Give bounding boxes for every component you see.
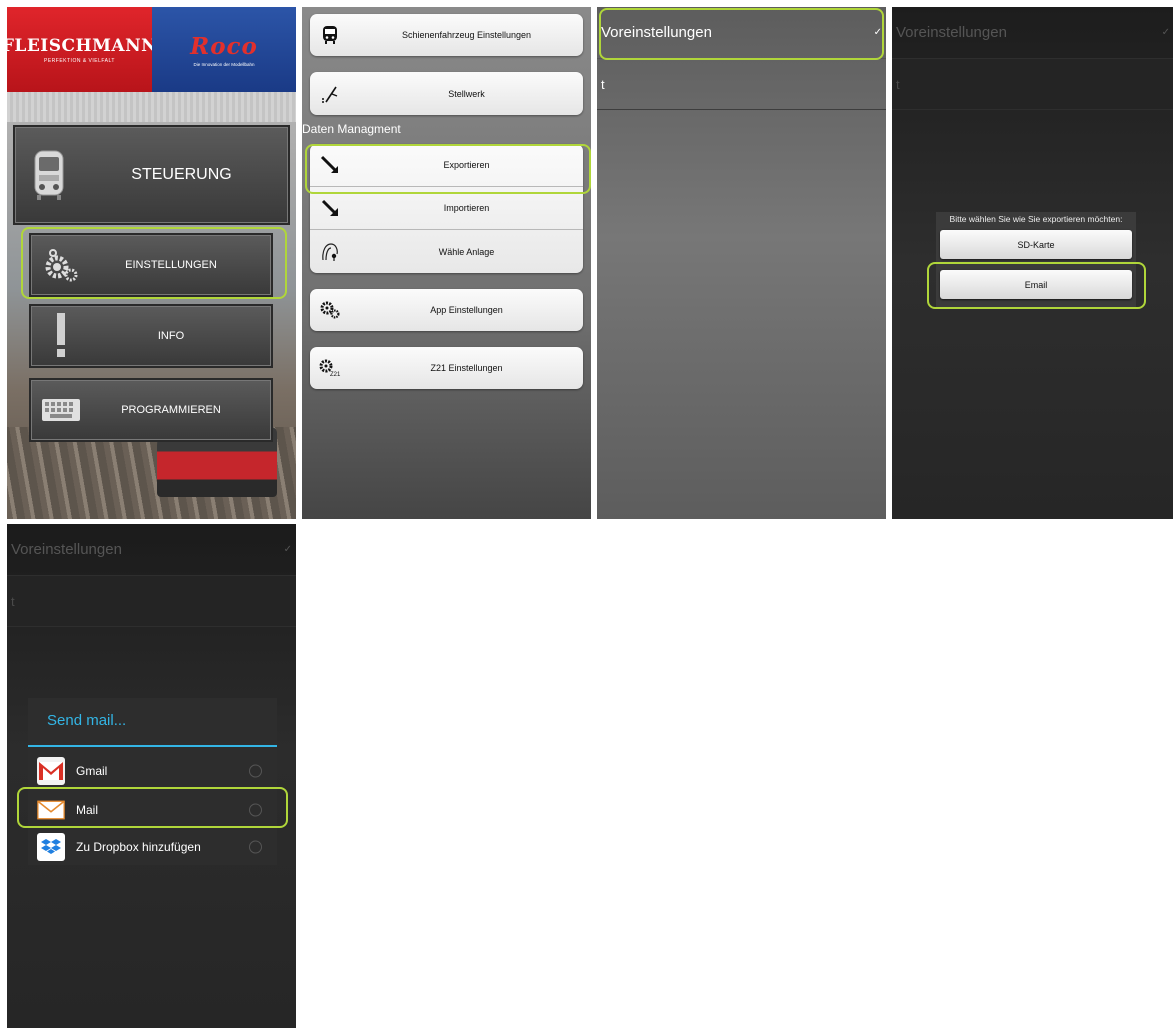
send-mail-divider: [28, 745, 277, 747]
dropbox-label: Zu Dropbox hinzufügen: [76, 840, 201, 854]
preference-item[interactable]: t: [597, 59, 886, 110]
arrow-export-icon: [319, 154, 341, 176]
stellwerk-button[interactable]: Stellwerk: [310, 72, 583, 115]
preferences-title: Voreinstellungen: [601, 24, 712, 41]
roco-logo-name: Roco: [190, 32, 258, 60]
check-icon: ✓: [1161, 27, 1170, 38]
send-mail-title: Send mail...: [47, 712, 127, 729]
check-icon: ✓: [873, 27, 882, 38]
switch-lever-icon: [319, 83, 341, 105]
importieren-label: Importieren: [443, 203, 490, 213]
roco-logo-tagline: Die Innovation der Modellbahn: [193, 61, 255, 67]
info-label: INFO: [157, 330, 185, 342]
exportieren-row[interactable]: Exportieren: [310, 144, 583, 187]
schienenfahrzeug-button[interactable]: Schienenfahrzeug Einstellungen: [310, 14, 583, 56]
mail-envelope-icon: [37, 796, 65, 824]
programmieren-label: PROGRAMMIEREN: [121, 404, 221, 416]
info-button[interactable]: INFO: [29, 304, 273, 368]
data-management-group: Exportieren Importieren Wähle Anlage: [310, 144, 583, 273]
app-option-dropbox[interactable]: Zu Dropbox hinzufügen: [28, 829, 277, 865]
dropbox-radio[interactable]: [249, 840, 262, 854]
gmail-radio[interactable]: [249, 764, 262, 778]
app-option-gmail[interactable]: Gmail: [28, 753, 277, 789]
settings-screen: Schienenfahrzeug Einstellungen Stellwerk…: [302, 7, 591, 519]
app-einstellungen-label: App Einstellungen: [430, 305, 503, 315]
preferences-header-dimmed: Voreinstellungen ✓: [892, 7, 1173, 59]
importieren-row[interactable]: Importieren: [310, 187, 583, 230]
steuerung-label: STEUERUNG: [131, 166, 232, 183]
preference-item-label: t: [601, 77, 605, 92]
einstellungen-button[interactable]: EINSTELLUNGEN: [29, 233, 273, 297]
arrow-import-icon: [319, 197, 341, 219]
svg-text:Z21: Z21: [330, 372, 341, 377]
train-icon: [319, 24, 341, 46]
fleischmann-logo: FLEISCHMANN PERFEKTION & VIELFALT: [7, 7, 157, 92]
daten-managment-section-label: Daten Managment: [302, 122, 401, 136]
header-stripes: [7, 92, 296, 122]
preferences-screen: Voreinstellungen ✓ t: [597, 7, 886, 519]
mail-label: Mail: [76, 803, 99, 817]
train-icon: [29, 145, 69, 205]
app-einstellungen-button[interactable]: App Einstellungen: [310, 289, 583, 331]
fleischmann-logo-tagline: PERFEKTION & VIELFALT: [44, 57, 115, 64]
stellwerk-label: Stellwerk: [448, 88, 485, 99]
layout-icon: [319, 241, 341, 263]
preferences-title: Voreinstellungen: [896, 24, 1007, 41]
export-dialog-screen: Voreinstellungen ✓ t Bitte wählen Sie wi…: [892, 7, 1173, 519]
programmieren-button[interactable]: PROGRAMMIEREN: [29, 378, 273, 442]
preference-item-dimmed: t: [892, 59, 1173, 110]
preferences-header-dimmed: Voreinstellungen ✓: [7, 524, 296, 576]
z21-einstellungen-label: Z21 Einstellungen: [430, 363, 503, 373]
gears-icon: [319, 299, 341, 321]
gmail-label: Gmail: [76, 764, 108, 778]
dropbox-icon: [37, 833, 65, 861]
check-icon: ✓: [283, 544, 292, 555]
preferences-header[interactable]: Voreinstellungen ✓: [597, 7, 886, 59]
send-mail-screen: Voreinstellungen ✓ t Send mail... Gmail …: [7, 524, 296, 1028]
z21-gear-icon: Z21: [319, 357, 341, 379]
preference-item-dimmed: t: [7, 576, 296, 627]
email-button[interactable]: Email: [940, 270, 1132, 299]
sd-karte-button[interactable]: SD-Karte: [940, 230, 1132, 259]
exportieren-label: Exportieren: [443, 160, 490, 170]
steuerung-button[interactable]: STEUERUNG: [13, 125, 290, 225]
roco-logo: Roco Die Innovation der Modellbahn: [152, 7, 296, 92]
export-dialog: Bitte wählen Sie wie Sie exportieren möc…: [936, 212, 1136, 308]
app-option-mail[interactable]: Mail: [28, 792, 277, 828]
waehle-anlage-row[interactable]: Wähle Anlage: [310, 230, 583, 273]
einstellungen-label: EINSTELLUNGEN: [125, 259, 217, 271]
preference-item-label: t: [896, 77, 900, 92]
brand-header: FLEISCHMANN PERFEKTION & VIELFALT Roco D…: [7, 7, 296, 92]
preference-item-label: t: [11, 594, 15, 609]
gmail-icon: [37, 757, 65, 785]
mail-radio[interactable]: [249, 803, 262, 817]
schienenfahrzeug-label: Schienenfahrzeug Einstellungen: [401, 30, 532, 40]
export-dialog-title: Bitte wählen Sie wie Sie exportieren möc…: [949, 214, 1123, 224]
main-menu-screen: FLEISCHMANN PERFEKTION & VIELFALT Roco D…: [7, 7, 296, 519]
send-mail-dialog: Send mail... Gmail Mail Zu Dropbox hinzu…: [28, 698, 277, 865]
waehle-anlage-label: Wähle Anlage: [438, 246, 495, 257]
preferences-title: Voreinstellungen: [11, 541, 122, 558]
fleischmann-logo-name: FLEISCHMANN: [7, 35, 158, 56]
z21-einstellungen-button[interactable]: Z21 Z21 Einstellungen: [310, 347, 583, 389]
